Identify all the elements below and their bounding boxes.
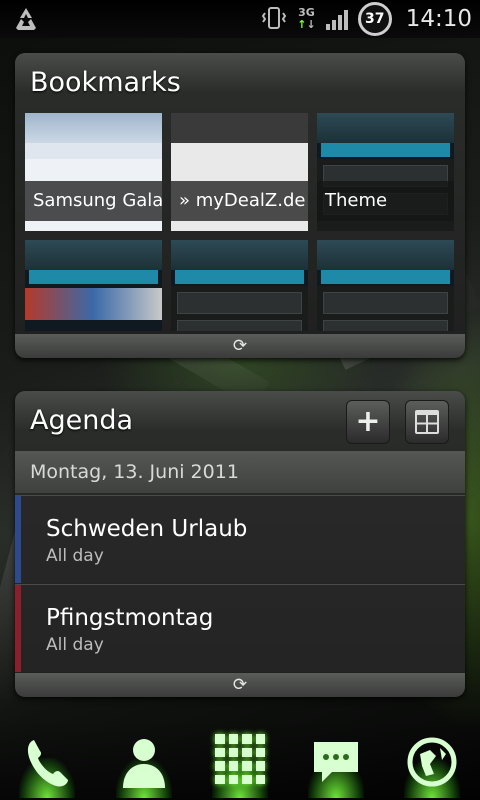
bookmark-label: Theme [317,181,454,221]
bookmark-tile[interactable] [25,240,162,331]
app-drawer-icon[interactable] [208,730,272,798]
event-color-bar [15,496,21,583]
browser-icon[interactable] [400,730,464,798]
plus-icon: + [355,404,381,439]
network-3g-icon: 3G ↑↓ [297,6,316,31]
vibrate-icon [261,6,287,33]
add-event-button[interactable]: + [346,400,390,444]
battery-indicator: 37 [357,2,392,36]
refresh-icon[interactable]: ⟳ [233,337,247,355]
agenda-title: Agenda [30,405,134,436]
event-subtitle: All day [46,546,104,566]
bookmark-label: Samsung Gala [25,181,162,221]
status-clock: 14:10 [405,6,472,32]
bookmarks-refresh-bar[interactable]: ⟳ [15,334,465,358]
agenda-widget: Agenda + Montag, 13. Juni 2011 Schweden … [15,391,465,697]
agenda-date-header: Montag, 13. Juni 2011 [15,451,465,493]
phone-icon[interactable] [15,730,79,798]
bookmark-tile[interactable] [317,240,454,331]
event-color-bar [15,585,21,672]
bookmarks-title: Bookmarks [30,67,181,98]
bookmark-tile[interactable]: Theme [317,113,454,231]
bookmark-tile[interactable]: » myDealZ.de [171,113,308,231]
event-title: Pfingstmontag [46,605,214,631]
calendar-button[interactable] [405,400,449,444]
refresh-icon[interactable]: ⟳ [233,676,247,694]
recycle-icon [12,6,42,32]
bookmark-tile[interactable]: Samsung Gala [25,113,162,231]
calendar-icon [415,410,439,434]
dock [0,718,480,800]
bookmark-label: » myDealZ.de [171,181,308,221]
bookmarks-grid: Samsung Gala » myDealZ.de Theme [25,113,455,331]
status-bar: 3G ↑↓ 37 14:10 [0,0,480,38]
bookmark-tile[interactable] [171,240,308,331]
contacts-icon[interactable] [112,730,176,798]
event-subtitle: All day [46,635,104,655]
messaging-icon[interactable] [304,730,368,798]
agenda-event[interactable]: Pfingstmontag All day [15,584,465,672]
signal-strength-icon [325,8,348,30]
event-title: Schweden Urlaub [46,516,248,542]
bookmarks-widget: Bookmarks Samsung Gala » myDealZ.de Them… [15,53,465,358]
agenda-refresh-bar[interactable]: ⟳ [15,673,465,697]
agenda-event[interactable]: Schweden Urlaub All day [15,495,465,583]
